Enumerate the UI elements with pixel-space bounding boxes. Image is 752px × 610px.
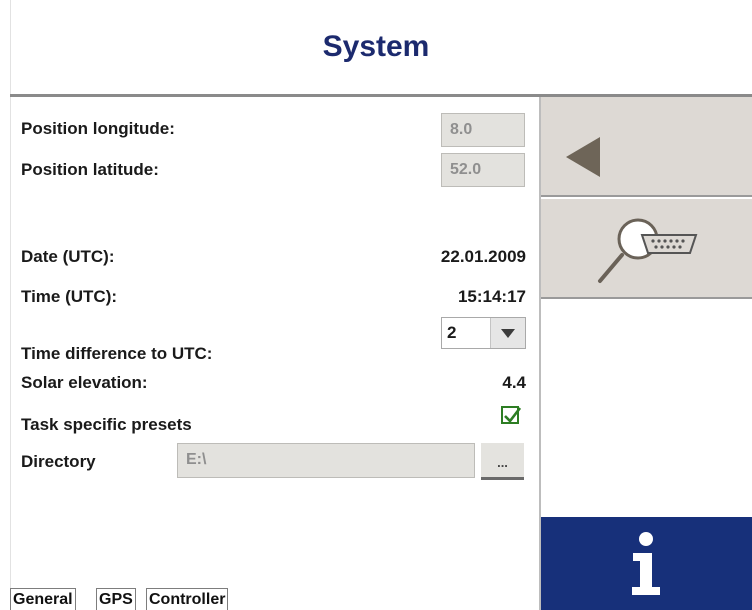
- checkmark-icon: [504, 407, 521, 423]
- directory-label: Directory: [21, 452, 96, 471]
- task-presets-label: Task specific presets: [21, 415, 192, 434]
- page-title: System: [322, 30, 430, 63]
- browse-button[interactable]: ...: [481, 443, 524, 480]
- diagnostics-button[interactable]: [541, 199, 752, 299]
- info-button[interactable]: [541, 517, 752, 610]
- time-difference-select[interactable]: 2: [441, 317, 526, 349]
- latitude-label: Position latitude:: [21, 160, 159, 179]
- longitude-field[interactable]: 8.0: [441, 113, 525, 147]
- magnifier-connector-icon: [598, 218, 698, 283]
- date-value: 22.01.2009: [440, 247, 526, 266]
- tab-controller[interactable]: Controller: [146, 588, 229, 610]
- latitude-field[interactable]: 52.0: [441, 153, 525, 187]
- back-arrow-icon: [566, 137, 600, 177]
- time-label: Time (UTC):: [21, 287, 118, 306]
- time-value: 15:14:17: [457, 287, 526, 306]
- longitude-label: Position longitude:: [21, 119, 175, 138]
- solar-elevation-label: Solar elevation:: [21, 373, 148, 392]
- chevron-down-icon[interactable]: [490, 318, 525, 348]
- info-icon: [632, 532, 660, 595]
- time-difference-value: 2: [447, 323, 457, 342]
- tab-general[interactable]: General: [10, 588, 76, 610]
- left-border: [10, 0, 11, 610]
- back-button[interactable]: [541, 97, 752, 197]
- tab-gps[interactable]: GPS: [96, 588, 136, 610]
- date-label: Date (UTC):: [21, 247, 115, 266]
- directory-field[interactable]: E:\: [177, 443, 475, 478]
- task-presets-checkbox[interactable]: [501, 406, 521, 424]
- solar-elevation-value: 4.4: [502, 373, 526, 392]
- time-difference-label: Time difference to UTC:: [21, 344, 213, 363]
